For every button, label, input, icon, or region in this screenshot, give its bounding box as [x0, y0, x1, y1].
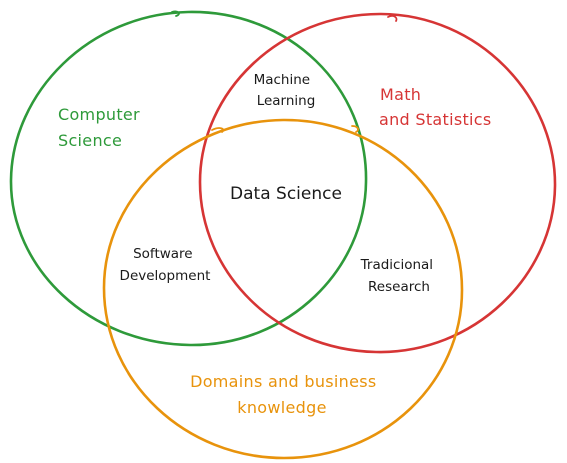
computer-science-label-line1: Computer [58, 105, 140, 124]
software-development-label: Software Development [120, 246, 211, 284]
machine-learning-label-line2: Learning [257, 93, 316, 109]
math-statistics-label-line1: Math [380, 85, 421, 104]
software-development-label-line2: Development [120, 268, 211, 284]
computer-science-circle [9, 10, 368, 347]
computer-science-label: Computer Science [58, 105, 145, 150]
machine-learning-label-line1: Machine [254, 72, 311, 88]
math-statistics-label-line2: and Statistics [379, 110, 492, 129]
machine-learning-label: Machine Learning [254, 72, 316, 109]
software-development-label-line1: Software [133, 246, 193, 262]
traditional-research-label-line1: Tradicional [360, 257, 433, 273]
traditional-research-label: Tradicional Research [360, 257, 438, 295]
data-science-label: Data Science [230, 184, 342, 204]
domains-business-label-line1: Domains and business [190, 372, 376, 391]
computer-science-label-line2: Science [58, 131, 122, 150]
domains-business-label-line2: knowledge [237, 398, 326, 417]
math-statistics-label: Math and Statistics [379, 85, 492, 129]
domains-business-label: Domains and business knowledge [190, 372, 382, 417]
traditional-research-label-line2: Research [368, 279, 430, 295]
venn-diagram: Computer Science Math and Statistics Dom… [9, 10, 557, 460]
